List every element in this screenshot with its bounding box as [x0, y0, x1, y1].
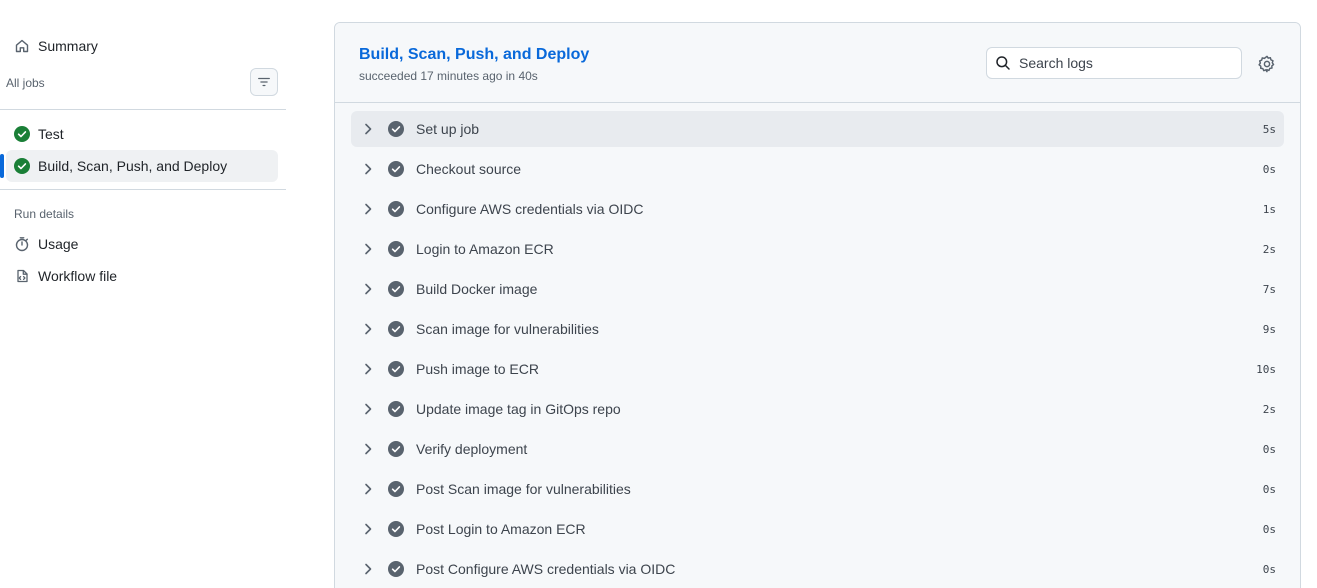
- chevron-right-icon[interactable]: [360, 361, 376, 377]
- chevron-right-icon[interactable]: [360, 241, 376, 257]
- step-duration: 5s: [1262, 122, 1276, 136]
- chevron-right-icon[interactable]: [360, 521, 376, 537]
- filter-jobs-button[interactable]: [250, 68, 278, 96]
- step-row[interactable]: Configure AWS credentials via OIDC 1s: [351, 191, 1284, 227]
- step-duration: 0s: [1262, 522, 1276, 536]
- step-name: Configure AWS credentials via OIDC: [416, 201, 644, 217]
- step-duration: 0s: [1262, 482, 1276, 496]
- check-circle-fill-icon: [388, 121, 404, 137]
- chevron-right-icon[interactable]: [360, 281, 376, 297]
- step-duration: 9s: [1262, 322, 1276, 336]
- chevron-right-icon[interactable]: [360, 161, 376, 177]
- chevron-right-icon[interactable]: [360, 561, 376, 577]
- sidebar: Summary All jobs Test Build, Scan, Push,…: [0, 0, 290, 588]
- job-log-panel: Build, Scan, Push, and Deploy succeeded …: [334, 22, 1301, 588]
- chevron-right-icon[interactable]: [360, 201, 376, 217]
- home-icon: [14, 38, 30, 54]
- all-jobs-heading: All jobs: [6, 76, 45, 90]
- active-job-indicator: [0, 154, 4, 178]
- sidebar-divider: [0, 109, 286, 110]
- step-name: Update image tag in GitOps repo: [416, 401, 621, 417]
- step-name: Build Docker image: [416, 281, 538, 297]
- step-duration: 2s: [1262, 242, 1276, 256]
- sidebar-item-label: Summary: [38, 38, 98, 54]
- sidebar-item-summary[interactable]: Summary: [6, 30, 278, 62]
- step-list: Set up job 5s Checkout source 0s Configu…: [351, 111, 1284, 588]
- job-status-text: succeeded 17 minutes ago in 40s: [359, 69, 538, 83]
- step-duration: 10s: [1256, 362, 1276, 376]
- run-details-heading: Run details: [14, 207, 75, 221]
- step-row[interactable]: Set up job 5s: [351, 111, 1284, 147]
- chevron-right-icon[interactable]: [360, 121, 376, 137]
- step-row[interactable]: Login to Amazon ECR 2s: [351, 231, 1284, 267]
- check-circle-fill-icon: [388, 401, 404, 417]
- step-row[interactable]: Post Scan image for vulnerabilities 0s: [351, 471, 1284, 507]
- step-name: Post Configure AWS credentials via OIDC: [416, 561, 676, 577]
- file-code-icon: [14, 268, 30, 284]
- step-row[interactable]: Build Docker image 7s: [351, 271, 1284, 307]
- step-name: Push image to ECR: [416, 361, 539, 377]
- chevron-right-icon[interactable]: [360, 441, 376, 457]
- check-circle-fill-icon: [388, 241, 404, 257]
- step-row[interactable]: Push image to ECR 10s: [351, 351, 1284, 387]
- sidebar-item-usage[interactable]: Usage: [6, 228, 278, 260]
- step-row[interactable]: Scan image for vulnerabilities 9s: [351, 311, 1284, 347]
- step-duration: 1s: [1262, 202, 1276, 216]
- stopwatch-icon: [14, 236, 30, 252]
- step-name: Checkout source: [416, 161, 522, 177]
- sidebar-job-label: Build, Scan, Push, and Deploy: [38, 158, 228, 174]
- step-duration: 0s: [1262, 562, 1276, 576]
- sidebar-job-label: Test: [38, 126, 64, 142]
- step-duration: 0s: [1262, 162, 1276, 176]
- chevron-right-icon[interactable]: [360, 401, 376, 417]
- check-circle-fill-icon: [388, 321, 404, 337]
- chevron-right-icon[interactable]: [360, 481, 376, 497]
- settings-button[interactable]: [1257, 54, 1277, 74]
- check-circle-fill-icon: [388, 161, 404, 177]
- step-name: Set up job: [416, 121, 480, 137]
- step-row[interactable]: Post Login to Amazon ECR 0s: [351, 511, 1284, 547]
- step-duration: 2s: [1262, 402, 1276, 416]
- check-circle-fill-icon: [388, 201, 404, 217]
- chevron-right-icon[interactable]: [360, 321, 376, 337]
- step-row[interactable]: Post Configure AWS credentials via OIDC …: [351, 551, 1284, 587]
- job-title[interactable]: Build, Scan, Push, and Deploy: [359, 46, 589, 64]
- check-circle-fill-icon: [14, 158, 30, 174]
- sidebar-job-test[interactable]: Test: [6, 118, 278, 150]
- sidebar-item-workflow-file[interactable]: Workflow file: [6, 260, 278, 292]
- filter-icon: [257, 75, 271, 89]
- step-row[interactable]: Update image tag in GitOps repo 2s: [351, 391, 1284, 427]
- step-row[interactable]: Verify deployment 0s: [351, 431, 1284, 467]
- sidebar-divider: [0, 189, 286, 190]
- step-row[interactable]: Checkout source 0s: [351, 151, 1284, 187]
- step-name: Post Scan image for vulnerabilities: [416, 481, 631, 497]
- sidebar-item-label: Workflow file: [38, 268, 118, 284]
- sidebar-job-build-scan-push-deploy[interactable]: Build, Scan, Push, and Deploy: [6, 150, 278, 182]
- check-circle-fill-icon: [388, 281, 404, 297]
- check-circle-fill-icon: [388, 561, 404, 577]
- step-duration: 7s: [1262, 282, 1276, 296]
- step-name: Scan image for vulnerabilities: [416, 321, 599, 337]
- step-name: Post Login to Amazon ECR: [416, 521, 586, 537]
- check-circle-fill-icon: [388, 521, 404, 537]
- step-name: Login to Amazon ECR: [416, 241, 554, 257]
- sidebar-item-label: Usage: [38, 236, 79, 252]
- step-duration: 0s: [1262, 442, 1276, 456]
- check-circle-fill-icon: [388, 441, 404, 457]
- search-logs-input[interactable]: [1019, 55, 1239, 71]
- search-icon: [995, 55, 1011, 71]
- gear-icon: [1258, 55, 1276, 73]
- check-circle-fill-icon: [388, 481, 404, 497]
- step-name: Verify deployment: [416, 441, 528, 457]
- search-logs-field[interactable]: [986, 47, 1242, 79]
- check-circle-fill-icon: [388, 361, 404, 377]
- check-circle-fill-icon: [14, 126, 30, 142]
- job-header: Build, Scan, Push, and Deploy succeeded …: [335, 23, 1300, 103]
